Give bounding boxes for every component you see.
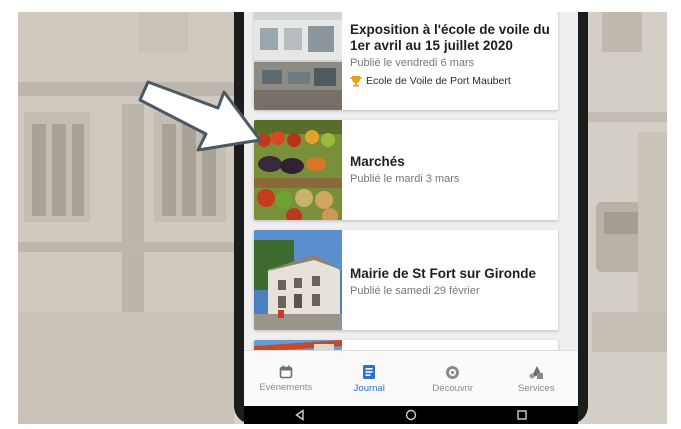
android-navigation-bar: [244, 406, 578, 424]
news-date: Publié le samedi 29 février: [350, 285, 480, 297]
services-icon: [529, 365, 544, 379]
news-title: Mairie de St Fort sur Gironde: [350, 266, 537, 281]
tab-label: Evénements: [259, 382, 313, 393]
tab-services[interactable]: Services: [495, 351, 579, 406]
news-title: Marchés: [350, 154, 405, 169]
trophy-icon: [350, 76, 362, 87]
phone-device: Exposition à l'école de voile du 1er avr…: [234, 12, 588, 424]
news-date: Publié le mardi 3 mars: [350, 173, 460, 185]
tab-label: Découvrir: [432, 382, 474, 394]
vegetables-photo-thumbnail: [254, 120, 342, 220]
news-card[interactable]: Marchés Publié le mardi 3 mars: [254, 120, 558, 220]
tab-decouvrir[interactable]: Découvrir: [411, 351, 495, 406]
town-hall-photo-thumbnail: [254, 230, 342, 330]
compass-icon: [446, 365, 460, 379]
recent-apps-icon[interactable]: [516, 409, 528, 421]
organization-name: Ecole de Voile de Port Maubert: [366, 75, 511, 87]
video-frame: Exposition à l'école de voile du 1er avr…: [18, 12, 667, 424]
bottom-tab-bar: Evénements Journal Découvrir Services: [244, 350, 578, 406]
news-title: Exposition à l'école de voile du 1er avr…: [350, 22, 550, 53]
home-icon[interactable]: [405, 409, 417, 421]
back-icon[interactable]: [294, 409, 306, 421]
tab-evenements[interactable]: Evénements: [244, 351, 328, 406]
tab-label: Journal: [353, 383, 385, 394]
news-card[interactable]: Exposition à l'école de voile du 1er avr…: [254, 12, 558, 110]
tab-label: Services: [518, 382, 555, 394]
pointing-arrow-icon: [138, 80, 262, 152]
news-organization: Ecole de Voile de Port Maubert: [350, 75, 552, 87]
app-screen: Exposition à l'école de voile du 1er avr…: [244, 12, 578, 406]
journal-icon: [363, 365, 376, 379]
tab-journal[interactable]: Journal: [328, 351, 412, 406]
news-date: Publié le vendredi 6 mars: [350, 57, 475, 69]
news-card[interactable]: Mairie de St Fort sur Gironde Publié le …: [254, 230, 558, 330]
calendar-icon: [279, 365, 293, 379]
classroom-photo-thumbnail: [254, 12, 342, 110]
